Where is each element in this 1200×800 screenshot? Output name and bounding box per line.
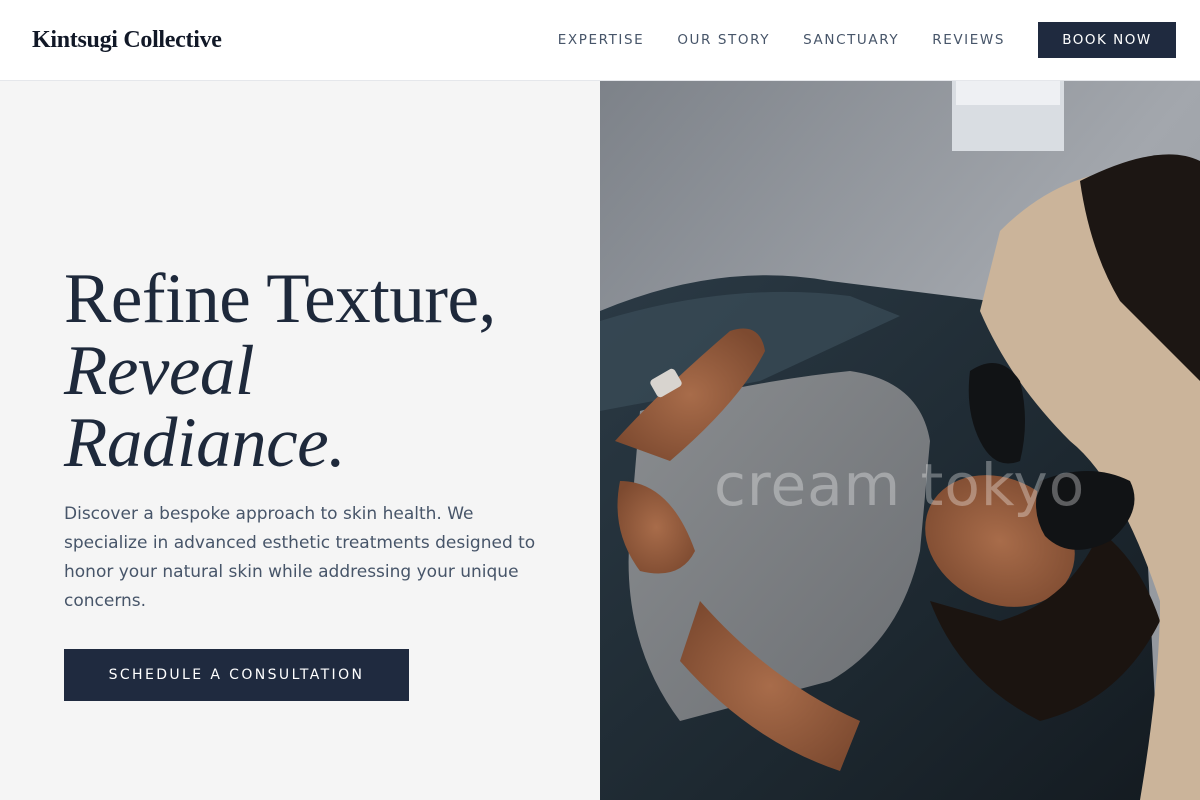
hero-photo: cream tokyo xyxy=(600,81,1200,800)
nav-link-our-story[interactable]: OUR STORY xyxy=(677,32,770,48)
schedule-consultation-button[interactable]: SCHEDULE A CONSULTATION xyxy=(64,649,409,701)
nav-link-sanctuary[interactable]: SANCTUARY xyxy=(803,32,899,48)
book-now-button[interactable]: BOOK NOW xyxy=(1038,22,1176,58)
site-header: Kintsugi Collective EXPERTISE OUR STORY … xyxy=(0,0,1200,81)
headline-line-2: Reveal xyxy=(64,332,255,410)
hero-description: Discover a bespoke approach to skin heal… xyxy=(64,504,536,611)
hero-text-panel: Refine Texture, Reveal Radiance. Discove… xyxy=(0,81,600,800)
nav-link-reviews[interactable]: REVIEWS xyxy=(932,32,1005,48)
nav-link-expertise[interactable]: EXPERTISE xyxy=(558,32,645,48)
treatment-photo-illustration xyxy=(600,81,1200,800)
photo-watermark: cream tokyo xyxy=(714,451,1086,519)
main-nav: EXPERTISE OUR STORY SANCTUARY REVIEWS BO… xyxy=(558,22,1176,58)
hero-headline: Refine Texture, Reveal Radiance. xyxy=(64,263,496,479)
headline-line-3: Radiance. xyxy=(64,404,346,482)
brand-logo[interactable]: Kintsugi Collective xyxy=(32,27,222,54)
headline-line-1: Refine Texture, xyxy=(64,260,496,338)
